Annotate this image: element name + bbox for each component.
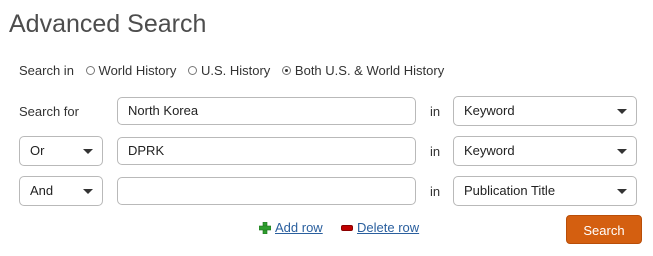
radio-us-history[interactable]: U.S. History — [187, 63, 271, 78]
delete-row-link[interactable]: Delete row — [341, 220, 419, 235]
delete-row-label: Delete row — [357, 220, 420, 235]
radio-label: Both U.S. & World History — [294, 63, 445, 78]
in-label: in — [430, 144, 441, 159]
search-in-label: Search in — [19, 63, 74, 78]
radio-circle-icon[interactable] — [187, 66, 197, 75]
field-select-value: Keyword — [464, 143, 515, 158]
search-button[interactable]: Search — [566, 215, 642, 244]
field-select-value: Keyword — [464, 103, 515, 118]
field-select-1[interactable]: Keyword — [453, 96, 637, 126]
chevron-down-icon — [617, 149, 627, 154]
radio-label: U.S. History — [200, 63, 271, 78]
search-for-label: Search for — [19, 104, 79, 119]
field-select-2[interactable]: Keyword — [453, 136, 637, 166]
search-term-input-2[interactable]: DPRK — [117, 137, 416, 165]
search-in-group: Search in World History U.S. History Bot… — [19, 63, 452, 78]
radio-world-history[interactable]: World History — [85, 63, 177, 78]
page-title: Advanced Search — [9, 10, 207, 38]
radio-label: World History — [98, 63, 177, 78]
operator-select-3[interactable]: And — [19, 176, 103, 206]
in-label: in — [430, 184, 441, 199]
field-select-value: Publication Title — [464, 183, 556, 198]
in-label: in — [430, 104, 441, 119]
radio-circle-icon[interactable] — [85, 66, 95, 75]
radio-both-history[interactable]: Both U.S. & World History — [281, 63, 445, 78]
chevron-down-icon — [83, 189, 93, 194]
search-term-input-1[interactable]: North Korea — [117, 97, 416, 125]
search-term-input-3[interactable] — [117, 177, 416, 205]
chevron-down-icon — [617, 109, 627, 114]
add-row-label: Add row — [275, 220, 323, 235]
minus-icon — [341, 224, 353, 231]
operator-value: And — [30, 183, 54, 198]
operator-select-2[interactable]: Or — [19, 136, 103, 166]
chevron-down-icon — [83, 149, 93, 154]
add-row-link[interactable]: Add row — [259, 220, 323, 235]
operator-value: Or — [30, 143, 45, 158]
chevron-down-icon — [617, 189, 627, 194]
radio-selected-icon[interactable] — [281, 66, 291, 75]
field-select-3[interactable]: Publication Title — [453, 176, 637, 206]
plus-icon — [259, 221, 271, 234]
